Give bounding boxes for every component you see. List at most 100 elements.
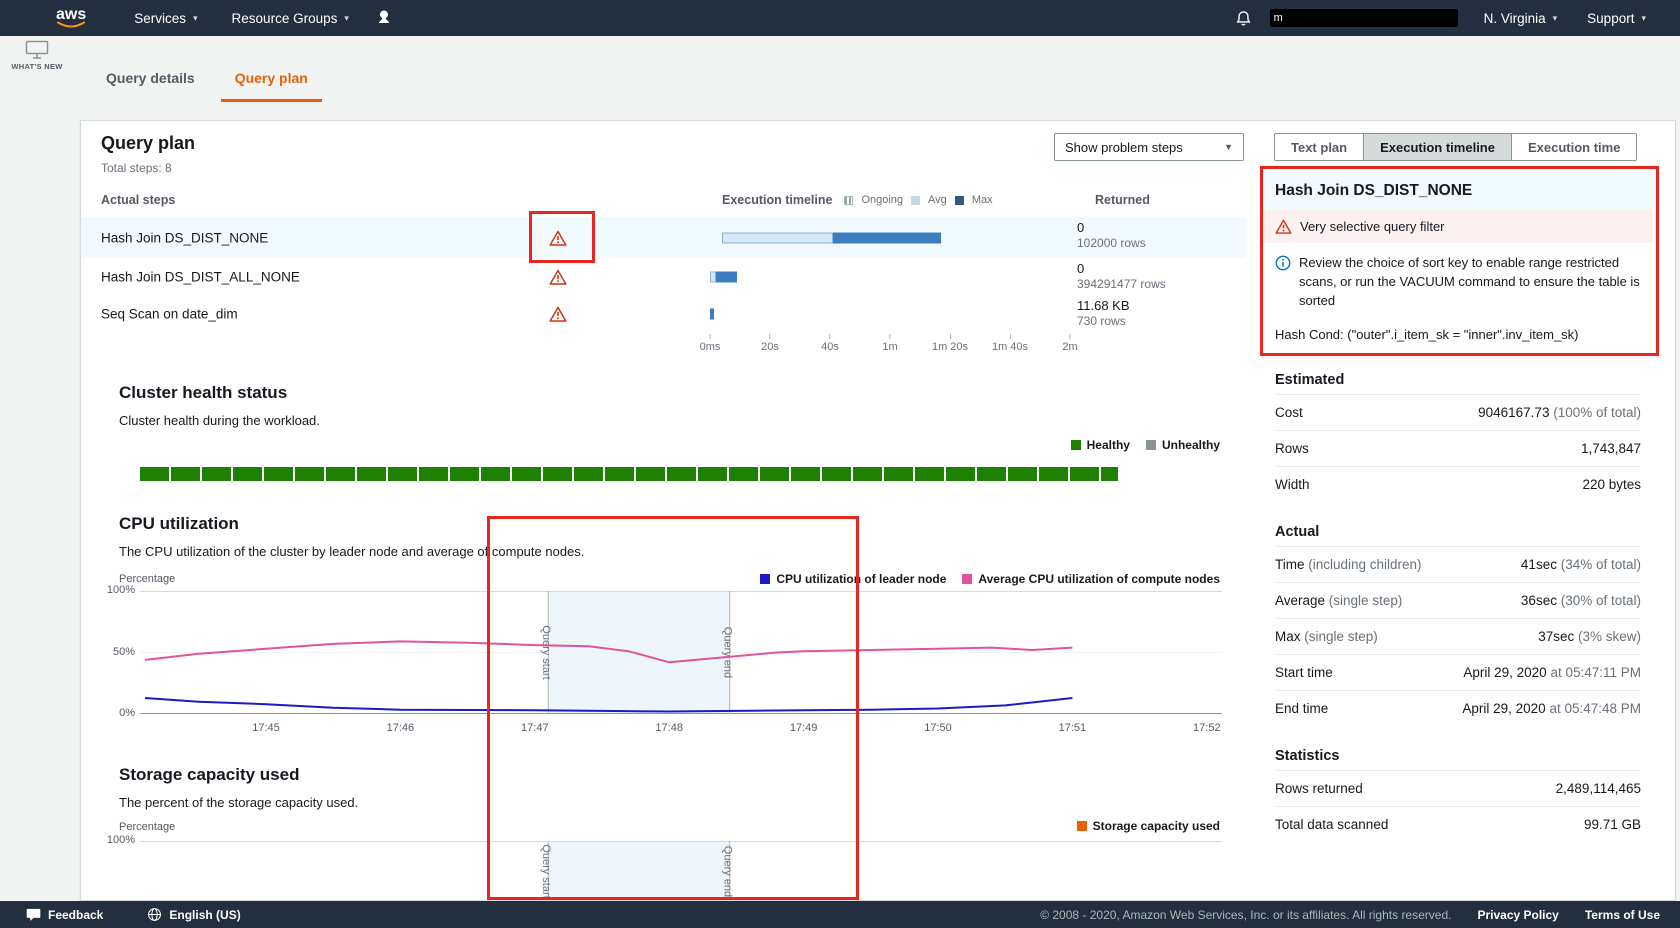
execution-time-button[interactable]: Execution time xyxy=(1511,133,1637,161)
detail-row-value: 2,489,114,465 xyxy=(1556,781,1641,796)
chevron-down-icon: ▾ xyxy=(1553,13,1558,24)
aws-smile-swoosh-icon xyxy=(56,21,86,30)
cpu-x-tick-label: 17:46 xyxy=(387,722,415,734)
privacy-policy-link[interactable]: Privacy Policy xyxy=(1477,908,1558,922)
unhealthy-swatch-icon xyxy=(1146,440,1156,450)
aws-logo[interactable]: aws xyxy=(56,7,86,30)
detail-row: End timeApril 29, 2020 at 05:47:48 PM xyxy=(1275,690,1641,726)
detail-row-label: Rows xyxy=(1275,441,1309,456)
chevron-down-icon: ▾ xyxy=(1641,13,1646,24)
returned-cell: 11.68 KB 730 rows xyxy=(1077,298,1130,328)
total-steps-text: Total steps: 8 xyxy=(101,161,172,175)
timeline-axis-tick: 1m 20s xyxy=(932,334,968,353)
timeline-axis: 0ms20s40s1m1m 20s1m 40s2m xyxy=(81,334,1246,360)
detail-row-label: Time (including children) xyxy=(1275,557,1422,572)
notifications-bell-icon[interactable] xyxy=(1235,10,1252,27)
copyright-text: © 2008 - 2020, Amazon Web Services, Inc.… xyxy=(1040,908,1451,922)
returned-rows: 394291477 rows xyxy=(1077,277,1166,291)
detail-row-label: Start time xyxy=(1275,665,1333,680)
returned-size: 0 xyxy=(1077,220,1146,235)
svg-text:Query end: Query end xyxy=(722,846,734,897)
chevron-down-icon: ▾ xyxy=(193,13,198,24)
storage-chart-legend: Storage capacity used xyxy=(1077,819,1220,833)
legend-item-unhealthy: Unhealthy xyxy=(1146,438,1220,452)
globe-icon xyxy=(147,907,162,922)
step-name: Seq Scan on date_dim xyxy=(101,306,238,321)
terms-of-use-link[interactable]: Terms of Use xyxy=(1585,908,1660,922)
region-selector[interactable]: N. Virginia ▾ xyxy=(1484,11,1558,26)
cluster-health-legend: Healthy Unhealthy xyxy=(1071,438,1220,452)
account-menu-redacted[interactable]: m xyxy=(1270,9,1458,27)
cpu-x-tick-label: 17:51 xyxy=(1059,722,1087,734)
whats-new-shortcut[interactable]: WHAT'S NEW xyxy=(8,40,66,71)
whats-new-icon xyxy=(25,40,49,60)
timeline-axis-tick: 2m xyxy=(1062,334,1077,353)
detail-row-label: Cost xyxy=(1275,405,1303,420)
language-selector[interactable]: English (US) xyxy=(147,907,240,922)
chevron-down-icon: ▼ xyxy=(1224,142,1233,152)
storage-capacity-subtitle: The percent of the storage capacity used… xyxy=(119,795,358,810)
tab-query-plan[interactable]: Query plan xyxy=(221,60,322,102)
tab-query-details[interactable]: Query details xyxy=(92,60,209,102)
language-label: English (US) xyxy=(169,908,240,922)
steps-table-header: Actual steps Execution timeline Ongoing … xyxy=(81,193,1246,215)
support-menu[interactable]: Support ▾ xyxy=(1587,11,1646,26)
page-title: Query plan xyxy=(101,133,195,154)
legend-item-healthy: Healthy xyxy=(1071,438,1130,452)
table-row-hash-join-ds-dist-none[interactable]: Hash Join DS_DIST_NONE 0 102000 rows xyxy=(81,217,1246,258)
detail-row: Rows returned 2,489,114,465 xyxy=(1275,770,1641,806)
legend-item-storage: Storage capacity used xyxy=(1077,819,1220,833)
detail-section-title: Statistics xyxy=(1275,748,1641,764)
ongoing-swatch-icon xyxy=(844,196,853,205)
table-row-seq-scan-date-dim[interactable]: Seq Scan on date_dim 11.68 KB 730 rows xyxy=(81,295,1246,332)
warning-icon xyxy=(1275,219,1292,234)
cpu-y-tick-0: 0% xyxy=(83,707,135,719)
cpu-x-tick-label: 17:49 xyxy=(790,722,818,734)
nav-services-menu[interactable]: Services ▾ xyxy=(134,11,197,26)
table-row-hash-join-ds-dist-all-none[interactable]: Hash Join DS_DIST_ALL_NONE 0 394291477 r… xyxy=(81,258,1246,295)
warning-icon xyxy=(549,306,567,322)
nav-services-label: Services xyxy=(134,11,186,26)
warning-icon xyxy=(549,269,567,285)
timeline-legend: Execution timeline Ongoing Avg Max xyxy=(722,193,993,207)
step-detail-sections: EstimatedCost9046167.73 (100% of total)R… xyxy=(1263,372,1653,842)
detail-section-title: Actual xyxy=(1275,524,1641,540)
detail-row-value: 41sec (34% of total) xyxy=(1521,557,1641,572)
warning-icon xyxy=(549,230,567,246)
detail-row-value: 37sec (3% skew) xyxy=(1538,629,1641,644)
detail-row-value: 1,743,847 xyxy=(1581,441,1641,456)
cluster-health-bar xyxy=(140,467,1118,481)
cpu-y-tick-50: 50% xyxy=(83,646,135,658)
max-swatch-icon xyxy=(955,196,964,205)
storage-label: Storage capacity used xyxy=(1093,819,1220,833)
detail-row-value: 99.71 GB xyxy=(1584,817,1641,832)
nav-resource-groups-label: Resource Groups xyxy=(232,11,338,26)
step-warning-text: Very selective query filter xyxy=(1300,219,1445,234)
cpu-chart-legend: CPU utilization of leader node Average C… xyxy=(760,572,1220,586)
nav-resource-groups-menu[interactable]: Resource Groups ▾ xyxy=(232,11,349,26)
timeline-bar-max xyxy=(710,308,714,319)
cpu-x-tick-label: 17:50 xyxy=(924,722,952,734)
text-plan-button[interactable]: Text plan xyxy=(1274,133,1364,161)
execution-timeline-button[interactable]: Execution timeline xyxy=(1363,133,1512,161)
detail-row-label: Rows returned xyxy=(1275,781,1363,796)
timeline-bar-avg xyxy=(722,232,833,243)
info-icon xyxy=(1275,255,1291,271)
storage-y-axis-label: Percentage xyxy=(119,821,175,833)
detail-row-value: 9046167.73 (100% of total) xyxy=(1478,405,1641,420)
hash-condition-text: Hash Cond: ("outer".i_item_sk = "inner".… xyxy=(1263,315,1653,342)
footer-right-cluster: © 2008 - 2020, Amazon Web Services, Inc.… xyxy=(1040,908,1660,922)
cluster-health-title: Cluster health status xyxy=(119,383,287,403)
compute-nodes-label: Average CPU utilization of compute nodes xyxy=(978,572,1220,586)
detail-row-value: 220 bytes xyxy=(1582,477,1641,492)
support-label: Support xyxy=(1587,11,1634,26)
feedback-button[interactable]: Feedback xyxy=(26,908,103,922)
svg-text:Query end: Query end xyxy=(722,627,734,678)
avg-swatch-icon xyxy=(911,196,920,205)
view-toggle-group: Text plan Execution timeline Execution t… xyxy=(1274,133,1637,161)
detail-row-value: April 29, 2020 at 05:47:11 PM xyxy=(1463,665,1641,680)
bell-icon xyxy=(1235,10,1252,27)
show-problem-steps-select[interactable]: Show problem steps ▼ xyxy=(1054,133,1244,161)
column-execution-timeline: Execution timeline xyxy=(722,193,832,207)
pin-icon[interactable] xyxy=(377,10,391,26)
